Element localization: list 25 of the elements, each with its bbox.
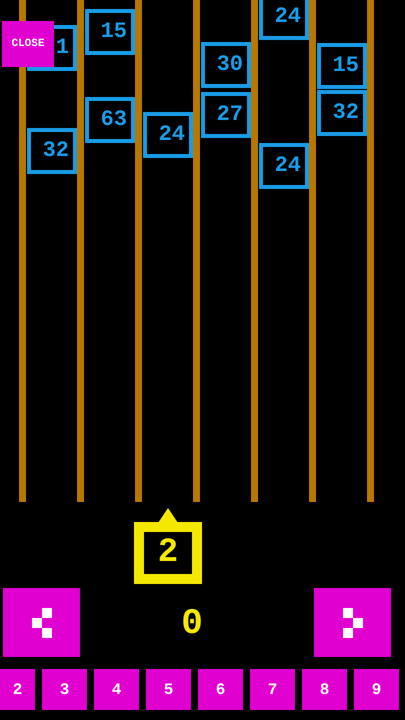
number-button[interactable]: 2	[0, 669, 35, 710]
score: 0	[180, 606, 204, 642]
number-block: 24	[143, 112, 193, 158]
number-block: 15	[85, 9, 135, 55]
number-block: 27	[201, 92, 251, 138]
number-button[interactable]: 9	[354, 669, 399, 710]
number-button[interactable]: 3	[42, 669, 87, 710]
right-button[interactable]	[314, 588, 391, 657]
left-button[interactable]	[3, 588, 80, 657]
number-button[interactable]: 6	[198, 669, 243, 710]
number-block: 24	[259, 143, 309, 189]
number-block: 30	[201, 42, 251, 88]
number-block: 15	[317, 43, 367, 89]
shooter: 2	[134, 522, 202, 584]
number-block: 32	[27, 128, 77, 174]
number-block: 63	[85, 97, 135, 143]
number-block: 32	[317, 90, 367, 136]
number-button[interactable]: 7	[250, 669, 295, 710]
right-arrow-icon	[342, 608, 362, 638]
number-block: 24	[259, 0, 309, 40]
left-arrow-icon	[32, 608, 52, 638]
number-button[interactable]: 5	[146, 669, 191, 710]
close-button[interactable]: CLOSE	[2, 21, 54, 67]
number-button[interactable]: 4	[94, 669, 139, 710]
number-button[interactable]: 8	[302, 669, 347, 710]
